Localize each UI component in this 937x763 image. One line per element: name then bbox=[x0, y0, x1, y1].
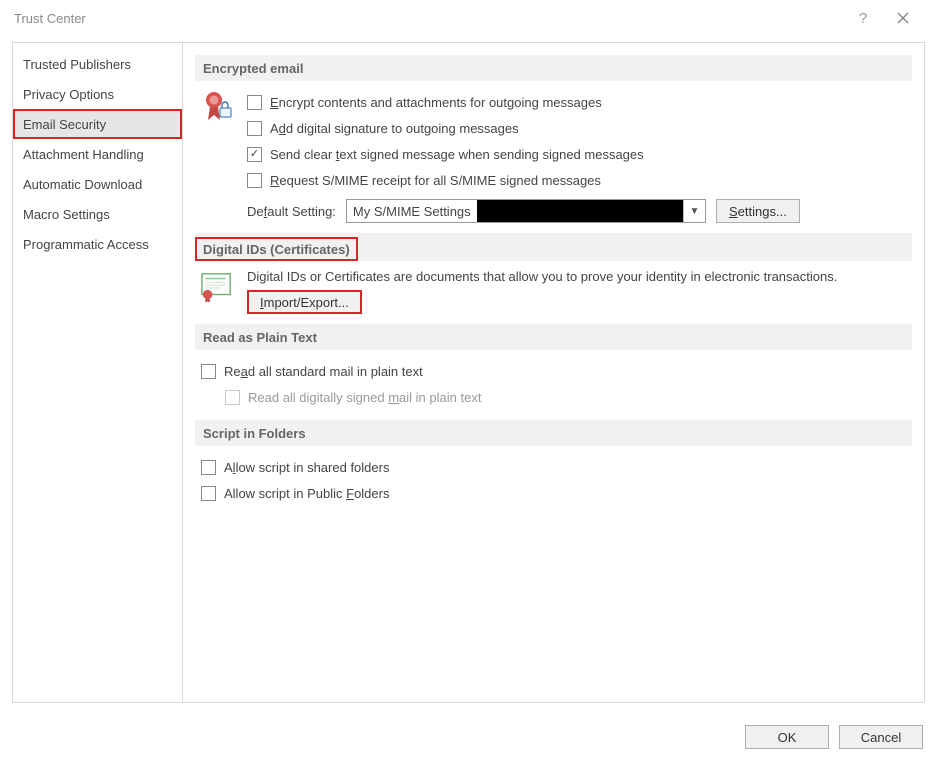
sidebar-item-privacy-options[interactable]: Privacy Options bbox=[13, 79, 182, 109]
script-shared-checkbox[interactable] bbox=[201, 460, 216, 475]
sidebar-item-attachment-handling[interactable]: Attachment Handling bbox=[13, 139, 182, 169]
sidebar-item-label: Privacy Options bbox=[23, 87, 114, 102]
read-signed-checkbox-row: Read all digitally signed mail in plain … bbox=[201, 384, 906, 410]
script-public-checkbox[interactable] bbox=[201, 486, 216, 501]
section-body-encrypted: Encrypt contents and attachments for out… bbox=[195, 81, 912, 229]
ribbon-lock-icon bbox=[201, 89, 233, 125]
dialog-footer: OK Cancel bbox=[745, 725, 923, 749]
add-signature-checkbox[interactable] bbox=[247, 121, 262, 136]
close-button[interactable] bbox=[883, 0, 923, 36]
encrypt-checkbox[interactable] bbox=[247, 95, 262, 110]
script-public-label: Allow script in Public Folders bbox=[224, 486, 389, 501]
receipt-checkbox-row[interactable]: Request S/MIME receipt for all S/MIME si… bbox=[247, 167, 906, 193]
help-button[interactable]: ? bbox=[843, 0, 883, 36]
trust-center-window: Trust Center ? Trusted Publishers Privac… bbox=[0, 0, 937, 763]
sidebar-item-label: Programmatic Access bbox=[23, 237, 149, 252]
receipt-label: Request S/MIME receipt for all S/MIME si… bbox=[270, 173, 601, 188]
clear-text-checkbox[interactable] bbox=[247, 147, 262, 162]
certificate-icon bbox=[201, 269, 233, 305]
script-shared-label: Allow script in shared folders bbox=[224, 460, 389, 475]
sidebar-item-label: Attachment Handling bbox=[23, 147, 144, 162]
encrypt-checkbox-row[interactable]: Encrypt contents and attachments for out… bbox=[247, 89, 906, 115]
add-signature-label: Add digital signature to outgoing messag… bbox=[270, 121, 519, 136]
cancel-button[interactable]: Cancel bbox=[839, 725, 923, 749]
read-standard-label: Read all standard mail in plain text bbox=[224, 364, 423, 379]
receipt-checkbox[interactable] bbox=[247, 173, 262, 188]
sidebar-item-trusted-publishers[interactable]: Trusted Publishers bbox=[13, 49, 182, 79]
section-body-digital-ids: Digital IDs or Certificates are document… bbox=[195, 261, 912, 320]
script-public-checkbox-row[interactable]: Allow script in Public Folders bbox=[201, 480, 906, 506]
sidebar-item-macro-settings[interactable]: Macro Settings bbox=[13, 199, 182, 229]
section-header-plain-text: Read as Plain Text bbox=[195, 324, 912, 350]
sidebar-item-label: Macro Settings bbox=[23, 207, 110, 222]
sidebar-item-label: Trusted Publishers bbox=[23, 57, 131, 72]
section-header-digital-ids: Digital IDs (Certificates) bbox=[195, 237, 358, 261]
default-setting-label: Default Setting: bbox=[247, 204, 336, 219]
section-header-script: Script in Folders bbox=[195, 420, 912, 446]
section-body-script: Allow script in shared folders Allow scr… bbox=[195, 446, 912, 512]
sidebar: Trusted Publishers Privacy Options Email… bbox=[13, 43, 183, 702]
section-body-plain-text: Read all standard mail in plain text Rea… bbox=[195, 350, 912, 416]
sidebar-item-programmatic-access[interactable]: Programmatic Access bbox=[13, 229, 182, 259]
dialog-body: Trusted Publishers Privacy Options Email… bbox=[12, 42, 925, 703]
chevron-down-icon[interactable]: ▼ bbox=[683, 200, 705, 222]
add-signature-checkbox-row[interactable]: Add digital signature to outgoing messag… bbox=[247, 115, 906, 141]
main-panel: Encrypted email bbox=[183, 43, 924, 702]
close-icon bbox=[897, 12, 909, 24]
script-shared-checkbox-row[interactable]: Allow script in shared folders bbox=[201, 454, 906, 480]
ok-button[interactable]: OK bbox=[745, 725, 829, 749]
read-standard-checkbox[interactable] bbox=[201, 364, 216, 379]
titlebar: Trust Center ? bbox=[0, 0, 937, 36]
combo-value: My S/MIME Settings bbox=[347, 204, 477, 219]
sidebar-item-label: Automatic Download bbox=[23, 177, 142, 192]
combo-redacted bbox=[477, 200, 683, 222]
read-signed-label: Read all digitally signed mail in plain … bbox=[248, 390, 481, 405]
encrypt-label: Encrypt contents and attachments for out… bbox=[270, 95, 602, 110]
sidebar-item-label: Email Security bbox=[23, 117, 106, 132]
clear-text-label: Send clear text signed message when send… bbox=[270, 147, 644, 162]
sidebar-item-email-security[interactable]: Email Security bbox=[13, 109, 182, 139]
default-setting-row: Default Setting: My S/MIME Settings ▼ Se… bbox=[247, 199, 906, 223]
clear-text-checkbox-row[interactable]: Send clear text signed message when send… bbox=[247, 141, 906, 167]
import-export-button[interactable]: Import/Export... bbox=[247, 290, 362, 314]
read-signed-checkbox bbox=[225, 390, 240, 405]
digital-ids-description: Digital IDs or Certificates are document… bbox=[247, 269, 906, 284]
sidebar-item-automatic-download[interactable]: Automatic Download bbox=[13, 169, 182, 199]
settings-button[interactable]: Settings... bbox=[716, 199, 800, 223]
window-title: Trust Center bbox=[14, 11, 843, 26]
read-standard-checkbox-row[interactable]: Read all standard mail in plain text bbox=[201, 358, 906, 384]
section-header-encrypted: Encrypted email bbox=[195, 55, 912, 81]
default-setting-combo[interactable]: My S/MIME Settings ▼ bbox=[346, 199, 706, 223]
